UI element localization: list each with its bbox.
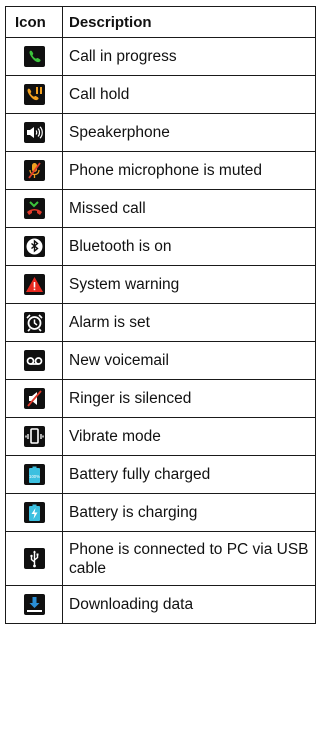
voicemail-icon [23, 350, 45, 371]
battery-full-icon: 100% [23, 464, 45, 485]
table-row: Alarm is set [5, 303, 316, 342]
description-cell: New voicemail [62, 341, 316, 380]
table-row: Phone microphone is muted [5, 151, 316, 190]
description-cell: Missed call [62, 189, 316, 228]
table-row: 100% Battery fully charged [5, 455, 316, 494]
table-row: Battery is charging [5, 493, 316, 532]
description-cell: Ringer is silenced [62, 379, 316, 418]
microphone-muted-icon [23, 160, 45, 181]
table-row: System warning [5, 265, 316, 304]
battery-percent-text: 100% [29, 474, 40, 479]
description-cell: Alarm is set [62, 303, 316, 342]
description-cell: Phone is connected to PC via USB cable [62, 531, 316, 586]
bluetooth-icon [23, 236, 45, 257]
missed-call-icon [23, 198, 45, 219]
description-cell: Speakerphone [62, 113, 316, 152]
usb-icon [23, 548, 45, 569]
description-cell: Call hold [62, 75, 316, 114]
description-cell: Downloading data [62, 585, 316, 624]
description-cell: System warning [62, 265, 316, 304]
phone-call-icon [23, 46, 45, 67]
table-row: Vibrate mode [5, 417, 316, 456]
description-cell: Vibrate mode [62, 417, 316, 456]
description-cell: Battery fully charged [62, 455, 316, 494]
table-row: Downloading data [5, 585, 316, 624]
table-row: Call in progress [5, 37, 316, 76]
icon-legend-table: Icon Description Call in progress Call h… [5, 6, 316, 624]
alarm-icon [23, 312, 45, 333]
warning-icon [23, 274, 45, 295]
description-cell: Bluetooth is on [62, 227, 316, 266]
ringer-silenced-icon [23, 388, 45, 409]
header-icon: Icon [5, 6, 63, 38]
speakerphone-icon [23, 122, 45, 143]
table-row: Bluetooth is on [5, 227, 316, 266]
table-row: New voicemail [5, 341, 316, 380]
table-row: Phone is connected to PC via USB cable [5, 531, 316, 586]
table-row: Ringer is silenced [5, 379, 316, 418]
vibrate-icon [23, 426, 45, 447]
header-description: Description [62, 6, 316, 38]
table-row: Missed call [5, 189, 316, 228]
download-icon [23, 594, 45, 615]
table-row: Speakerphone [5, 113, 316, 152]
table-row: Call hold [5, 75, 316, 114]
battery-charging-icon [23, 502, 45, 523]
description-cell: Phone microphone is muted [62, 151, 316, 190]
call-hold-icon [23, 84, 45, 105]
description-cell: Call in progress [62, 37, 316, 76]
description-cell: Battery is charging [62, 493, 316, 532]
table-header-row: Icon Description [5, 6, 316, 38]
